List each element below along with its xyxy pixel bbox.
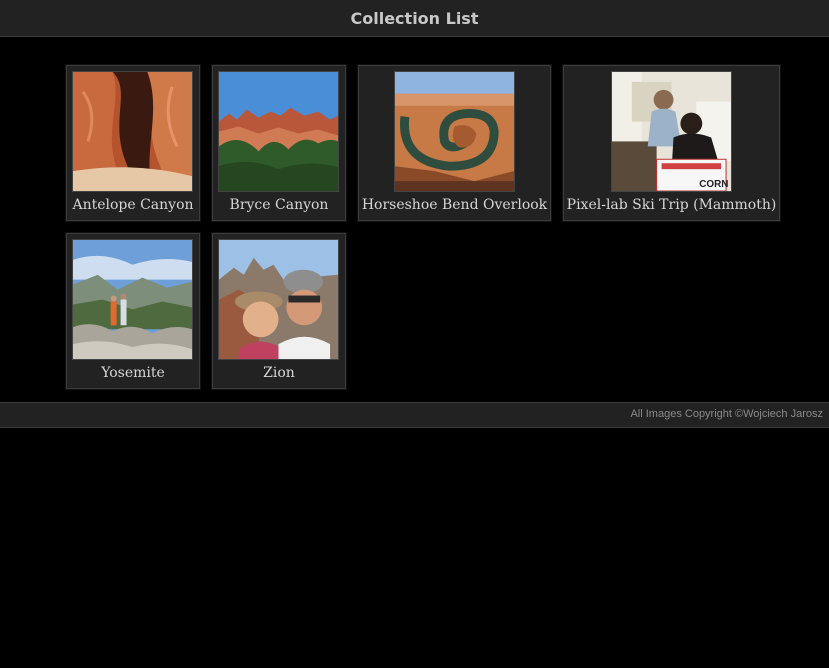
collection-card-ski-trip[interactable]: CORN Pixel-lab Ski Trip (Mammoth) xyxy=(562,64,781,222)
horseshoe-bend-thumbnail[interactable] xyxy=(394,71,515,192)
collection-caption[interactable]: Bryce Canyon xyxy=(213,197,345,213)
collection-card-zion[interactable]: Zion xyxy=(211,232,347,390)
collection-card-antelope-canyon[interactable]: Antelope Canyon xyxy=(65,64,201,222)
zion-thumbnail[interactable] xyxy=(218,239,339,360)
collection-card-horseshoe-bend[interactable]: Horseshoe Bend Overlook xyxy=(357,64,552,222)
collection-card-bryce-canyon[interactable]: Bryce Canyon xyxy=(211,64,347,222)
antelope-canyon-thumbnail[interactable] xyxy=(72,71,193,192)
collection-caption[interactable]: Pixel-lab Ski Trip (Mammoth) xyxy=(564,197,779,213)
ski-trip-thumbnail[interactable]: CORN xyxy=(611,71,732,192)
copyright-notice: All Images Copyright ©Wojciech Jarosz xyxy=(630,408,823,420)
collection-caption[interactable]: Horseshoe Bend Overlook xyxy=(359,197,550,213)
svg-text:CORN: CORN xyxy=(699,179,728,190)
bryce-canyon-thumbnail[interactable] xyxy=(218,71,339,192)
collection-caption[interactable]: Yosemite xyxy=(67,365,199,381)
collection-caption[interactable]: Zion xyxy=(213,365,345,381)
yosemite-thumbnail[interactable] xyxy=(72,239,193,360)
collection-grid: Antelope Canyon Bryce Canyon Horseshoe B… xyxy=(0,37,829,402)
page-header: Collection List xyxy=(0,0,829,37)
page-footer: All Images Copyright ©Wojciech Jarosz xyxy=(0,402,829,428)
page-title: Collection List xyxy=(350,8,479,28)
collection-caption[interactable]: Antelope Canyon xyxy=(67,197,199,213)
collection-card-yosemite[interactable]: Yosemite xyxy=(65,232,201,390)
